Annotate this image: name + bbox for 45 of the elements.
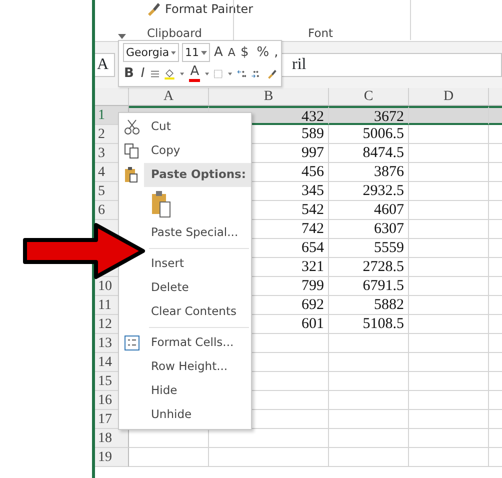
align-icon[interactable]	[150, 68, 160, 78]
group-label: Clipboard	[147, 25, 202, 42]
table-cell: 3672	[329, 106, 409, 125]
table-cell: 2728.5	[329, 258, 409, 277]
menu-item[interactable]: Format Cells...	[151, 334, 234, 352]
menu-item[interactable]: Hide	[151, 382, 178, 400]
decrease-decimal-icon[interactable]	[236, 68, 246, 80]
table-cell	[489, 106, 502, 125]
caret-icon[interactable]	[228, 72, 232, 76]
column-header[interactable]: D	[409, 88, 489, 106]
copy-icon	[124, 143, 140, 159]
clipboard-icon	[124, 167, 138, 183]
menu-item[interactable]: Delete	[151, 279, 189, 297]
table-cell: 2932.5	[329, 182, 409, 201]
scissors-icon	[124, 119, 140, 135]
table-cell: 5006.5	[329, 125, 409, 144]
name-box[interactable]: A	[95, 53, 115, 77]
caret-icon[interactable]	[205, 72, 210, 76]
table-cell: 5882	[329, 296, 409, 315]
borders-icon[interactable]	[214, 68, 223, 80]
font-dropdown[interactable]: Georgia	[123, 43, 179, 62]
column-header[interactable]: A	[129, 88, 209, 106]
table-cell: 5559	[329, 239, 409, 258]
table-cell: 5108.5	[329, 315, 409, 334]
table-cell: 8474.5	[329, 144, 409, 163]
group-label: Font	[308, 25, 334, 42]
row-header[interactable]: 19	[95, 448, 129, 467]
size-dropdown[interactable]: 11	[182, 43, 210, 62]
column-header[interactable]: C	[329, 88, 409, 106]
font-color-button[interactable]: A	[189, 65, 200, 82]
column-header[interactable]: B	[209, 88, 329, 106]
caret-icon[interactable]	[180, 72, 184, 76]
table-cell: 6791.5	[329, 277, 409, 296]
menu-item[interactable]: Copy	[151, 142, 180, 160]
row-header[interactable]: 18	[95, 429, 129, 448]
paste-icon[interactable]	[151, 190, 171, 218]
table-cell: 6307	[329, 220, 409, 239]
table-cell: 3876	[329, 163, 409, 182]
menu-item[interactable]: Cut	[151, 118, 171, 136]
format-painter-button[interactable]: Format Painter	[165, 0, 254, 18]
menu-item[interactable]: Row Height...	[151, 358, 228, 376]
format-cells-icon	[124, 335, 140, 351]
menu-item[interactable]: Insert	[151, 255, 184, 273]
table-cell: 4607	[329, 201, 409, 220]
menu-item[interactable]: Unhide	[151, 406, 192, 424]
